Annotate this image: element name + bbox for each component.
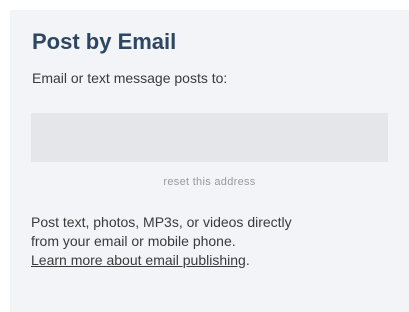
reset-address-link[interactable]: reset this address — [10, 175, 409, 189]
learn-more-link[interactable]: Learn more about email publishing — [31, 252, 246, 268]
panel-subtitle: Email or text message posts to: — [32, 70, 228, 86]
post-email-address-field[interactable] — [31, 113, 388, 162]
description: Post text, photos, MP3s, or videos direc… — [31, 213, 391, 270]
post-by-email-panel: Post by Email Email or text message post… — [10, 10, 409, 312]
learn-more-suffix: . — [245, 252, 250, 268]
panel-title: Post by Email — [32, 29, 177, 54]
description-line-1: Post text, photos, MP3s, or videos direc… — [31, 214, 292, 230]
learn-more-row: Learn more about email publishing. — [31, 251, 391, 270]
description-line-2: from your email or mobile phone. — [31, 233, 236, 249]
